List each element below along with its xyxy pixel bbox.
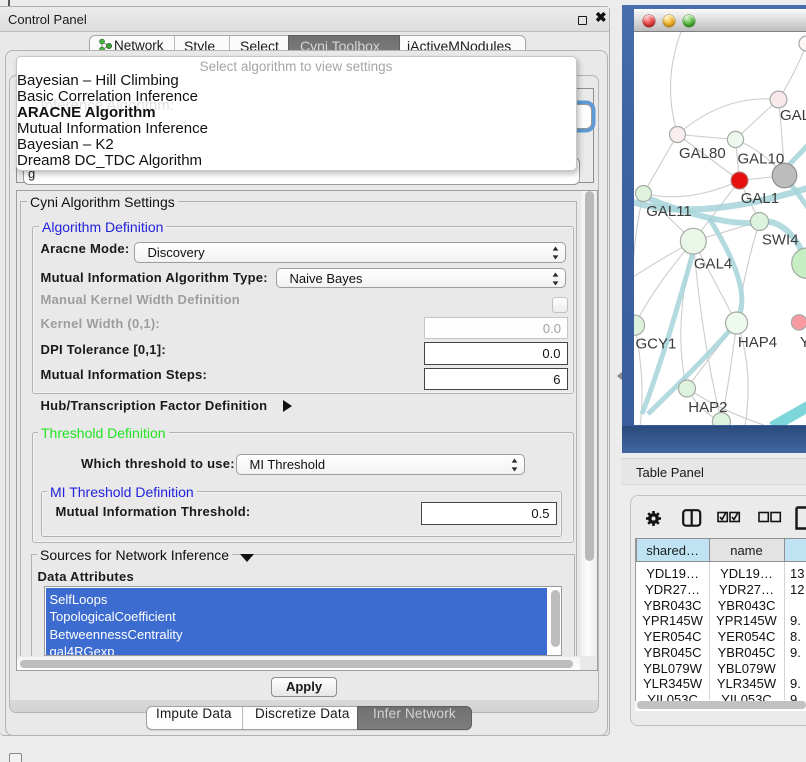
svg-text:GAL: GAL bbox=[780, 107, 806, 124]
svg-text:SWI4: SWI4 bbox=[761, 232, 798, 249]
svg-text:Y: Y bbox=[799, 334, 806, 351]
svg-text:HAP2: HAP2 bbox=[688, 399, 727, 416]
svg-text:GAL80: GAL80 bbox=[679, 145, 726, 162]
svg-text:GCY1: GCY1 bbox=[635, 336, 676, 353]
svg-text:GAL1: GAL1 bbox=[740, 190, 778, 207]
svg-text:GAL10: GAL10 bbox=[737, 151, 784, 168]
svg-text:GAL4: GAL4 bbox=[693, 256, 731, 273]
svg-text:GAL11: GAL11 bbox=[646, 203, 692, 220]
svg-text:HAP4: HAP4 bbox=[737, 334, 776, 351]
